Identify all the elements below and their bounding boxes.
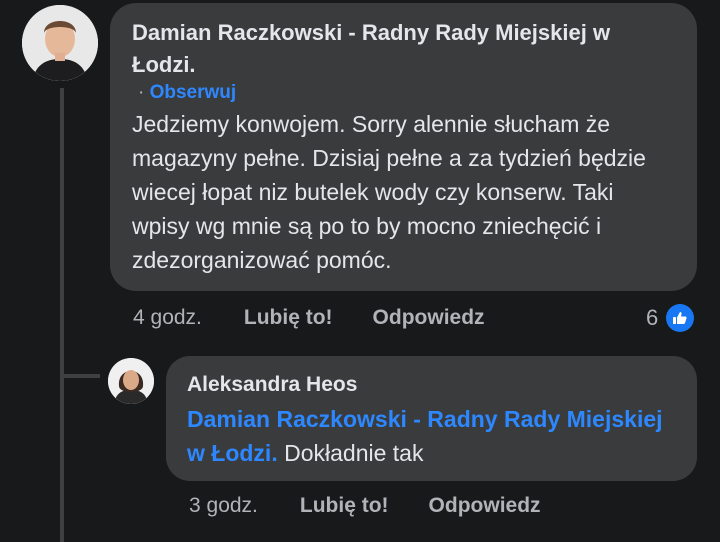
follow-separator: · [138,82,145,103]
thread-line-branch [60,374,100,378]
thumbs-up-icon [666,304,695,332]
comment-timestamp[interactable]: 4 godz. [133,306,202,330]
reply-avatar[interactable] [108,358,154,404]
reply-text-block: Damian Raczkowski - Radny Rady Miejskiej… [187,402,676,470]
comment-author[interactable]: Damian Raczkowski - Radny Rady Miejskiej… [132,17,675,81]
comment-actions: 4 godz. Lubię to! Odpowiedz [133,306,485,330]
reply-author[interactable]: Aleksandra Heos [187,370,676,400]
comment-bubble: Damian Raczkowski - Radny Rady Miejskiej… [110,3,697,291]
reply-actions: 3 godz. Lubię to! Odpowiedz [189,494,541,518]
reply-bubble: Aleksandra Heos Damian Raczkowski - Radn… [166,356,697,481]
reply-button[interactable]: Odpowiedz [373,306,485,330]
follow-link[interactable]: Obserwuj [150,82,237,103]
reaction-count: 6 [646,305,659,330]
reactions[interactable]: 6 [646,304,695,332]
comment-text: Jedziemy konwojem. Sorry alennie słucham… [132,111,646,273]
like-button[interactable]: Lubię to! [244,306,333,330]
reply-avatar-photo [108,358,154,404]
reply-reply-button[interactable]: Odpowiedz [429,494,541,518]
mention-link[interactable]: Damian Raczkowski - Radny Rady Miejskiej… [187,406,663,466]
follow-row: · Obserwuj [132,81,675,105]
thread-line-vertical [60,88,64,542]
reply-text: Dokładnie tak [284,440,424,466]
reply-like-button[interactable]: Lubię to! [300,494,389,518]
avatar[interactable] [22,5,98,81]
reply-timestamp[interactable]: 3 godz. [189,494,258,518]
avatar-photo [22,5,98,81]
